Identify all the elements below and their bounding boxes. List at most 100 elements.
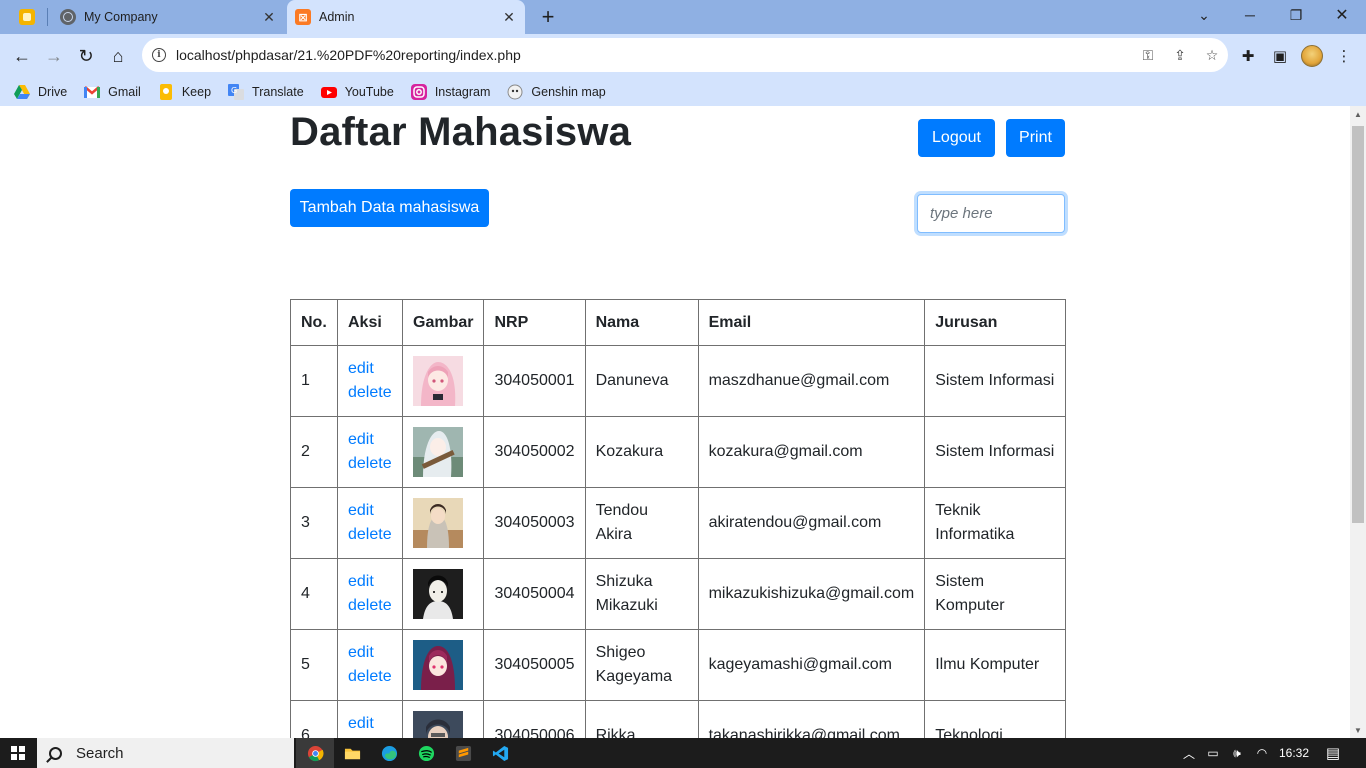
taskbar-file-explorer[interactable] <box>333 738 371 768</box>
pinned-tab[interactable] <box>12 6 42 28</box>
volume-icon[interactable]: 🕪 <box>1226 738 1248 768</box>
table-row: 4 edit delete 304050004 Shizuka Mikazuki… <box>290 558 1067 630</box>
bookmarks-bar: Drive Gmail Keep G Translate YouTube Ins… <box>0 77 1366 106</box>
tab-my-company[interactable]: My Company ✕ <box>52 0 285 34</box>
taskbar-sublime-text[interactable] <box>444 738 482 768</box>
bookmark-instagram[interactable]: Instagram <box>410 83 490 100</box>
forward-arrow-icon[interactable]: → <box>39 41 69 71</box>
home-icon[interactable]: ⌂ <box>103 41 133 71</box>
row-nrp: 304050002 <box>483 416 586 488</box>
column-header-nrp: NRP <box>483 299 586 346</box>
logout-button[interactable]: Logout <box>918 119 995 157</box>
start-button[interactable] <box>0 738 36 768</box>
search-input[interactable] <box>917 194 1065 233</box>
scrollbar-thumb[interactable] <box>1352 126 1364 523</box>
bookmark-star-icon[interactable]: ☆ <box>1196 40 1228 70</box>
close-window-button[interactable]: ✕ <box>1319 0 1365 30</box>
clock-time[interactable]: 16:32 <box>1275 738 1313 768</box>
menu-kebab-icon[interactable]: ⋮ <box>1331 43 1357 69</box>
taskbar-edge[interactable] <box>370 738 408 768</box>
edit-link[interactable]: edit <box>348 357 392 381</box>
row-photo-cell <box>401 487 485 559</box>
bookmark-youtube[interactable]: YouTube <box>320 84 394 100</box>
site-info-icon[interactable]: i <box>152 48 166 62</box>
row-nama: Shigeo Kageyama <box>584 629 699 701</box>
row-email: kozakura@gmail.com <box>697 416 926 488</box>
scroll-down-arrow-icon[interactable]: ▼ <box>1350 722 1366 738</box>
bookmark-label: Gmail <box>108 84 141 99</box>
bookmark-label: YouTube <box>344 84 394 99</box>
row-photo-cell <box>401 629 485 701</box>
row-nama: Rikka <box>584 700 699 738</box>
reload-icon[interactable]: ↻ <box>71 41 101 71</box>
scroll-up-arrow-icon[interactable]: ▲ <box>1350 106 1366 122</box>
taskbar-vscode[interactable] <box>481 738 519 768</box>
edit-link[interactable]: edit <box>348 641 392 665</box>
student-photo <box>413 498 463 548</box>
taskbar: Search ︿ ▭ 🕪 ◠ 16:32 ▤ <box>0 738 1366 768</box>
delete-link[interactable]: delete <box>348 381 392 405</box>
minimize-button[interactable]: ─ <box>1227 0 1273 30</box>
row-nrp: 304050006 <box>483 700 586 738</box>
extensions-puzzle-icon[interactable]: ✚ <box>1235 43 1261 69</box>
restore-button[interactable]: ❐ <box>1273 0 1319 30</box>
bookmark-gmail[interactable]: Gmail <box>84 84 141 100</box>
address-bar[interactable]: i localhost/phpdasar/21.%20PDF%20reporti… <box>142 38 1228 72</box>
wifi-icon[interactable]: ◠ <box>1251 738 1273 768</box>
tab-admin[interactable]: ⊠ Admin ✕ <box>287 0 525 34</box>
key-icon[interactable]: ⚿ <box>1132 40 1164 70</box>
bookmark-translate[interactable]: G Translate <box>228 83 304 100</box>
taskbar-spotify[interactable] <box>407 738 445 768</box>
taskbar-search-box[interactable]: Search <box>37 738 294 768</box>
student-photo <box>413 711 463 738</box>
notification-center-icon[interactable]: ▤ <box>1318 738 1348 768</box>
row-number: 1 <box>290 345 338 417</box>
row-actions: edit delete <box>337 487 403 559</box>
row-photo-cell <box>401 558 485 630</box>
close-icon[interactable]: ✕ <box>501 9 517 25</box>
side-panel-icon[interactable]: ▣ <box>1267 43 1293 69</box>
add-student-button[interactable]: Tambah Data mahasiswa <box>290 189 489 227</box>
table-row: 3 edit delete 304050003 Tendou Akira aki… <box>290 487 1067 559</box>
edit-link[interactable]: edit <box>348 499 392 523</box>
bookmark-drive[interactable]: Drive <box>14 84 67 100</box>
taskbar-search-label: Search <box>76 744 124 762</box>
page-scrollbar[interactable]: ▲ ▼ <box>1350 106 1366 738</box>
tray-chevron-up-icon[interactable]: ︿ <box>1180 738 1198 768</box>
row-actions: edit delete <box>337 345 403 417</box>
edit-link[interactable]: edit <box>348 428 392 452</box>
edit-link[interactable]: edit <box>348 570 392 594</box>
row-email: mikazukishizuka@gmail.com <box>697 558 926 630</box>
row-number: 5 <box>290 629 338 701</box>
row-nrp: 304050005 <box>483 629 586 701</box>
url-text[interactable]: localhost/phpdasar/21.%20PDF%20reporting… <box>176 47 1132 63</box>
keep-icon <box>159 83 172 100</box>
back-arrow-icon[interactable]: ← <box>7 41 37 71</box>
student-photo <box>413 427 463 477</box>
edge-icon <box>381 745 397 761</box>
folder-icon <box>344 748 360 759</box>
battery-icon[interactable]: ▭ <box>1202 738 1224 768</box>
tab-search-chevron-icon[interactable]: ⌄ <box>1181 0 1227 30</box>
row-email: akiratendou@gmail.com <box>697 487 926 559</box>
bookmark-genshin-map[interactable]: Genshin map <box>507 84 606 100</box>
profile-avatar[interactable] <box>1299 43 1325 69</box>
taskbar-chrome[interactable] <box>296 738 334 768</box>
new-tab-button[interactable]: + <box>537 6 559 28</box>
delete-link[interactable]: delete <box>348 594 392 618</box>
sublime-text-icon <box>455 745 471 761</box>
row-nama: Danuneva <box>584 345 699 417</box>
tab-title: Admin <box>319 10 355 24</box>
row-number: 4 <box>290 558 338 630</box>
edit-link[interactable]: edit <box>348 712 392 736</box>
row-actions: edit delete <box>337 700 403 738</box>
close-icon[interactable]: ✕ <box>261 9 277 25</box>
delete-link[interactable]: delete <box>348 523 392 547</box>
browser-toolbar: ← → ↻ ⌂ i localhost/phpdasar/21.%20PDF%2… <box>0 34 1366 77</box>
delete-link[interactable]: delete <box>348 665 392 689</box>
print-button[interactable]: Print <box>1006 119 1065 157</box>
delete-link[interactable]: delete <box>348 452 392 476</box>
share-icon[interactable]: ⇪ <box>1164 40 1196 70</box>
row-email: maszdhanue@gmail.com <box>697 345 926 417</box>
bookmark-keep[interactable]: Keep <box>158 83 211 100</box>
